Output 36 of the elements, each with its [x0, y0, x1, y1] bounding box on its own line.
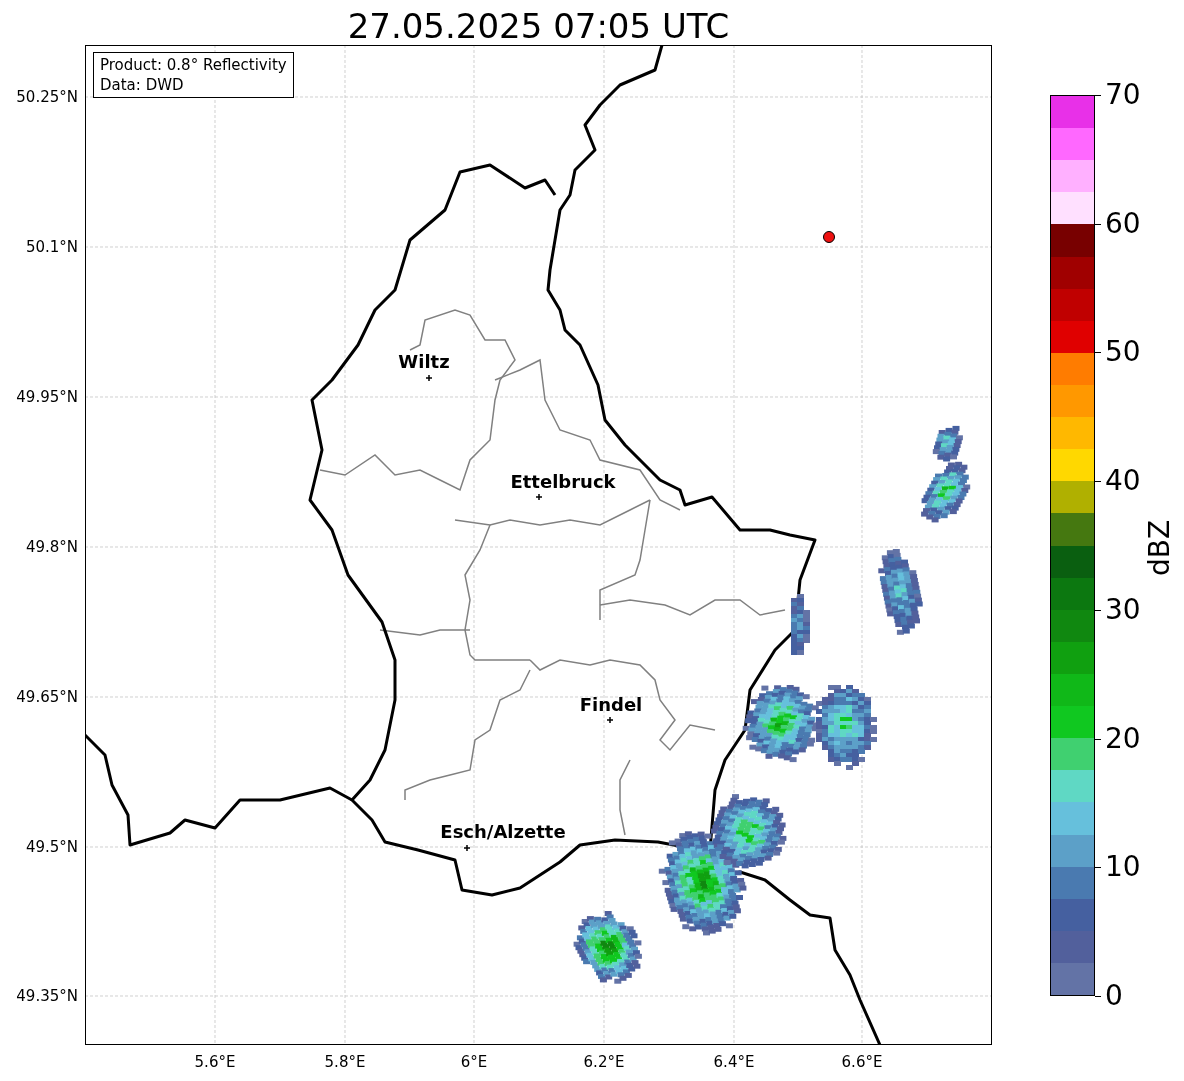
- colorbar-label: dBZ: [1144, 519, 1176, 577]
- colorbar-tick-label: 0: [1105, 980, 1123, 1012]
- colorbar-tick-label: 10: [1105, 851, 1141, 884]
- city-marker-icon: [425, 374, 433, 382]
- colorbar-tick-label: 30: [1105, 593, 1141, 626]
- colorbar-tick-label: 70: [1105, 79, 1141, 111]
- tick-mark: [1095, 996, 1101, 997]
- radar-echo: [791, 594, 810, 655]
- y-tick-label: 49.95°N: [16, 388, 78, 406]
- y-tick-label: 49.35°N: [16, 987, 78, 1005]
- info-text: Data: DWD: [100, 75, 185, 95]
- y-tick-label: 49.8°N: [25, 538, 78, 556]
- colorbar-tick-label: 20: [1105, 722, 1141, 755]
- location-dot: [823, 231, 835, 243]
- colorbar-tick-label: 60: [1105, 207, 1141, 240]
- x-tick-label: 5.8°E: [324, 1053, 366, 1071]
- city-marker-icon: [463, 844, 471, 852]
- city-marker-icon: [606, 716, 614, 724]
- city-label: Ettelbruck: [510, 472, 616, 492]
- y-tick-label: 49.5°N: [25, 838, 78, 856]
- chart-title: 27.05.2025 07:05 UTC: [346, 5, 731, 48]
- y-tick-label: 50.1°N: [25, 238, 78, 256]
- city-label: Wiltz: [398, 352, 450, 372]
- colorbar-tick-label: 40: [1105, 465, 1141, 498]
- city-label: Findel: [579, 695, 643, 715]
- x-tick-label: 6°E: [460, 1053, 488, 1071]
- y-tick-label: 50.25°N: [16, 88, 78, 106]
- y-tick-label: 49.65°N: [16, 688, 78, 706]
- x-tick-label: 5.6°E: [194, 1053, 236, 1071]
- x-tick-label: 6.4°E: [713, 1053, 755, 1071]
- x-tick-label: 6.6°E: [841, 1053, 883, 1071]
- info-text: Product: 0.8° Reflectivity: [100, 55, 287, 75]
- city-marker-icon: [535, 493, 543, 501]
- x-tick-label: 6.2°E: [583, 1053, 625, 1071]
- colorbar-tick-label: 50: [1105, 336, 1141, 369]
- city-label: Esch/Alzette: [440, 822, 566, 842]
